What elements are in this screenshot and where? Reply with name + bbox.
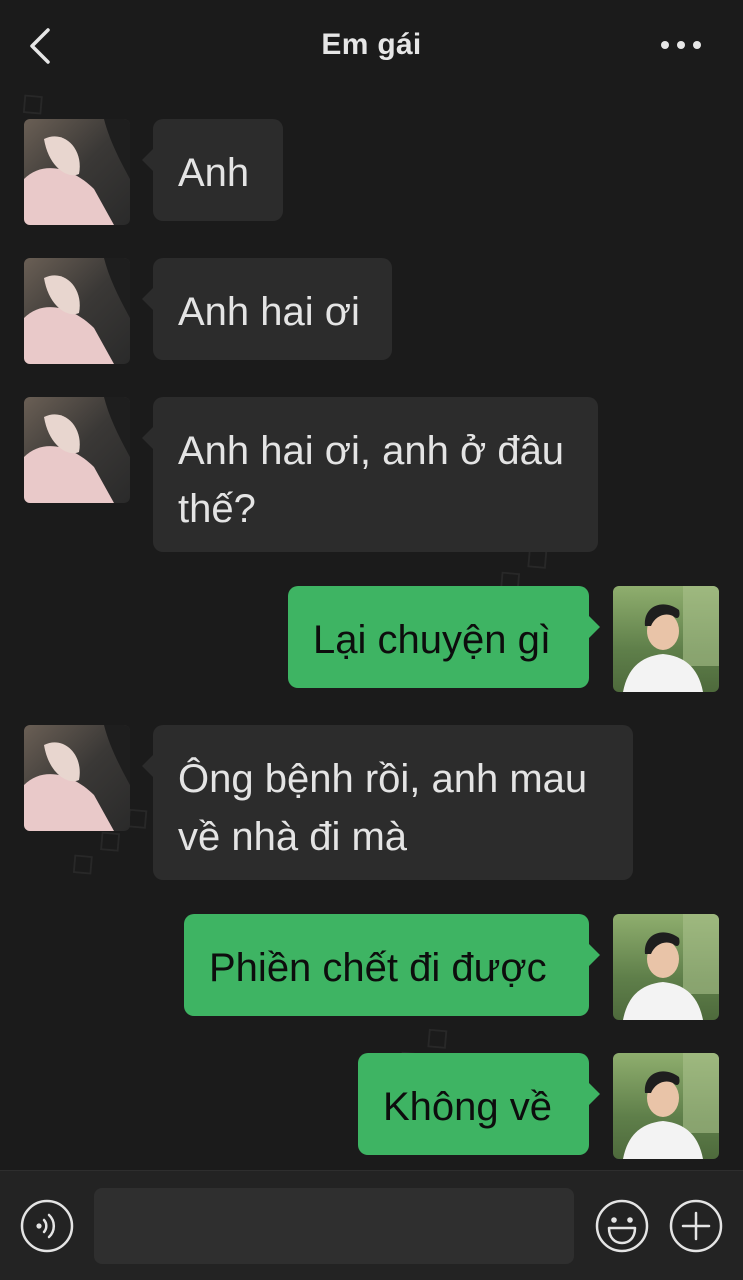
contact-avatar[interactable] xyxy=(24,258,130,364)
message-bubble-incoming[interactable]: Anh hai ơi xyxy=(153,258,392,360)
message-text: Lại chuyện gì xyxy=(313,618,551,662)
emoji-button[interactable] xyxy=(594,1198,650,1254)
contact-avatar[interactable] xyxy=(24,397,130,503)
contact-avatar[interactable] xyxy=(24,725,130,831)
message-bubble-outgoing[interactable]: Lại chuyện gì xyxy=(288,586,589,688)
self-avatar[interactable] xyxy=(613,914,719,1020)
message-text: Anh xyxy=(178,151,250,195)
bubble-tail xyxy=(142,427,153,449)
message-text-line: về nhà đi mà xyxy=(178,815,408,859)
message-text: Phiền chết đi được xyxy=(209,946,547,990)
page-title: Em gái xyxy=(321,28,422,61)
more-dots-icon xyxy=(661,41,701,49)
bubble-tail xyxy=(142,288,153,310)
chat-header: Em gái xyxy=(0,0,743,92)
chat-screen: ◇ ◇ ◇ ◇ ◇ ◇ ◇ ◇ ◇ ◇ ◇ ◇ ◇ ◇ ◇ Em gái xyxy=(0,0,743,1280)
message-bubble-outgoing[interactable]: Phiền chết đi được xyxy=(184,914,589,1016)
self-avatar[interactable] xyxy=(613,1053,719,1159)
bubble-tail xyxy=(589,1083,600,1105)
voice-icon xyxy=(20,1199,74,1253)
message-bubble-incoming[interactable]: Ông bệnh rồi, anh mau về nhà đi mà xyxy=(153,725,633,880)
message-input[interactable] xyxy=(94,1188,574,1264)
voice-button[interactable] xyxy=(19,1198,75,1254)
plus-icon xyxy=(669,1199,723,1253)
emoji-icon xyxy=(595,1199,649,1253)
message-text-line: Ông bệnh rồi, anh mau xyxy=(178,757,588,801)
message-bubble-incoming[interactable]: Anh xyxy=(153,119,283,221)
bubble-tail xyxy=(589,616,600,638)
input-bar xyxy=(0,1170,743,1280)
bubble-tail xyxy=(142,755,153,777)
plus-button[interactable] xyxy=(668,1198,724,1254)
message-text: Không về xyxy=(383,1085,553,1129)
more-button[interactable] xyxy=(659,30,707,60)
bubble-tail xyxy=(142,149,153,171)
message-text-line: thế? xyxy=(178,487,256,531)
message-bubble-incoming[interactable]: Anh hai ơi, anh ở đâu thế? xyxy=(153,397,598,552)
message-bubble-outgoing[interactable]: Không về xyxy=(358,1053,589,1155)
message-text: Anh hai ơi xyxy=(178,290,360,334)
bubble-tail xyxy=(589,944,600,966)
self-avatar[interactable] xyxy=(613,586,719,692)
contact-avatar[interactable] xyxy=(24,119,130,225)
message-text-line: Anh hai ơi, anh ở đâu xyxy=(178,429,565,473)
